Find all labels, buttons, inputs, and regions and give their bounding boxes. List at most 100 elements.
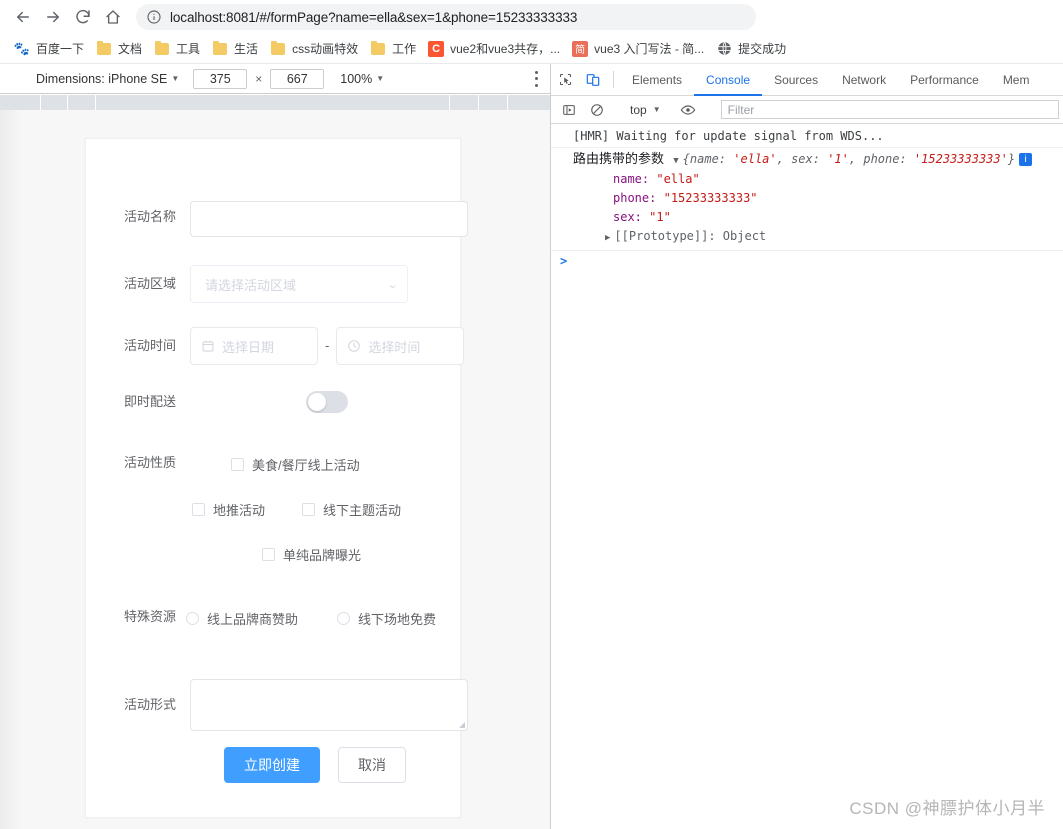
device-width-input[interactable]: 375 (193, 68, 248, 89)
bookmark-label: 工具 (176, 42, 201, 56)
checkbox-option[interactable]: 美食/餐厅线上活动 (231, 455, 360, 474)
reload-icon[interactable] (68, 2, 98, 32)
checkbox-option[interactable]: 单纯品牌曝光 (262, 545, 361, 564)
bookmark-folder[interactable]: 文档 (90, 37, 148, 61)
form-actions: 立即创建 取消 (224, 747, 406, 783)
bookmark-label: 工作 (392, 42, 417, 56)
expand-triangle-icon[interactable]: ▼ (673, 152, 678, 170)
bookmark-item[interactable]: C vue2和vue3共存，... (422, 37, 566, 61)
dimension-separator: × (255, 71, 263, 86)
info-circle-icon[interactable] (146, 9, 162, 25)
checkbox-option[interactable]: 地推活动 (192, 500, 265, 519)
form-row-activity-region: 活动区域 请选择活动区域 ⌄ (100, 265, 408, 303)
bookmark-folder[interactable]: 工作 (364, 37, 422, 61)
property-value: "15233333333" (663, 191, 758, 205)
zoom-level[interactable]: 100% (340, 72, 372, 86)
chevron-down-icon[interactable]: ▼ (171, 74, 179, 83)
bookmark-label: 生活 (234, 42, 259, 56)
radio-label: 线上品牌商赞助 (207, 612, 299, 627)
globe-icon (716, 41, 732, 57)
tab-memory[interactable]: Mem (991, 64, 1042, 95)
device-toolbar-icon[interactable] (579, 64, 607, 95)
dimensions-label[interactable]: Dimensions: iPhone SE (36, 72, 167, 86)
form-row-instant-delivery: 即时配送 (100, 391, 348, 413)
baidu-paw-icon: 🐾 (13, 40, 31, 56)
select-activity-region[interactable]: 请选择活动区域 ⌄ (190, 265, 408, 303)
console-output: [HMR] Waiting for update signal from WDS… (551, 125, 1063, 829)
kebab-menu-icon[interactable] (534, 70, 538, 87)
console-prompt[interactable] (551, 251, 1063, 268)
checkbox-icon[interactable] (231, 458, 244, 471)
checkbox-icon[interactable] (262, 548, 275, 561)
time-picker-placeholder: 选择时间 (368, 339, 421, 355)
toolbar-divider (613, 71, 614, 88)
console-message-params: 路由携带的参数 ▼ {name: 'ella', sex: '1', phone:… (551, 148, 1063, 170)
switch-knob (308, 393, 326, 411)
csdn-icon: C (428, 40, 445, 57)
textarea-activity-format[interactable] (190, 679, 468, 731)
checkbox-label: 地推活动 (213, 503, 266, 518)
back-icon[interactable] (8, 2, 38, 32)
prototype-label: [[Prototype]]: Object (614, 229, 767, 243)
bookmark-item[interactable]: 简 vue3 入门写法 - 简... (566, 37, 710, 61)
inspect-cursor-icon[interactable] (551, 64, 579, 95)
live-expression-icon[interactable] (674, 102, 702, 118)
address-bar-url: localhost:8081/#/formPage?name=ella&sex=… (170, 9, 578, 25)
switch-instant-delivery[interactable] (306, 391, 348, 413)
cancel-button[interactable]: 取消 (338, 747, 406, 783)
device-height-input[interactable]: 667 (270, 68, 325, 89)
input-activity-name[interactable] (190, 201, 468, 237)
info-badge-icon[interactable]: i (1019, 153, 1033, 166)
label-instant-delivery: 即时配送 (123, 394, 176, 409)
radio-option[interactable]: 线下场地免费 (337, 609, 436, 628)
bookmark-folder[interactable]: 工具 (148, 37, 206, 61)
label-activity-format: 活动形式 (123, 697, 176, 712)
bookmark-label: 提交成功 (738, 42, 787, 56)
bookmark-item[interactable]: 提交成功 (710, 37, 792, 61)
radio-option[interactable]: 线上品牌商赞助 (186, 609, 298, 628)
bookmark-folder[interactable]: 生活 (206, 37, 264, 61)
bookmark-item[interactable]: 🐾 百度一下 (8, 37, 90, 61)
checkbox-option[interactable]: 线下主题活动 (302, 500, 401, 519)
console-object-preview: {name: 'ella', sex: '1', phone: '1523333… (682, 152, 1016, 166)
checkbox-icon[interactable] (302, 503, 315, 516)
expand-triangle-icon[interactable]: ▶ (605, 229, 610, 248)
checkbox-label: 单纯品牌曝光 (283, 548, 362, 563)
tab-console[interactable]: Console (694, 64, 763, 96)
chevron-down-icon[interactable]: ▼ (376, 74, 384, 83)
home-icon[interactable] (98, 2, 128, 32)
range-separator: - (325, 338, 330, 353)
address-bar[interactable]: localhost:8081/#/formPage?name=ella&sex=… (136, 4, 756, 30)
checkbox-label: 线下主题活动 (323, 503, 402, 518)
jianshu-icon: 简 (572, 40, 589, 57)
date-picker[interactable]: 选择日期 (190, 327, 318, 365)
clear-console-icon[interactable] (583, 103, 611, 117)
tab-network[interactable]: Network (830, 64, 898, 95)
console-object-property: phone: "15233333333" (551, 189, 1063, 208)
folder-icon (96, 40, 112, 57)
console-sidebar-icon[interactable] (555, 103, 583, 117)
property-value: "ella" (656, 172, 700, 186)
tab-sources[interactable]: Sources (762, 64, 830, 95)
property-key: sex: (613, 210, 642, 224)
tab-elements[interactable]: Elements (620, 64, 694, 95)
console-message-text: [HMR] Waiting for update signal from WDS… (573, 129, 884, 143)
bookmarks-bar: 🐾 百度一下 文档 工具 生活 css动画特效 工作 C vue2和vue3共存… (0, 34, 1063, 64)
bookmark-folder[interactable]: css动画特效 (264, 37, 364, 61)
radio-icon[interactable] (337, 612, 350, 625)
bookmark-label: 百度一下 (36, 42, 85, 56)
console-object-prototype-row[interactable]: ▶ [[Prototype]]: Object (551, 227, 1063, 251)
checkbox-icon[interactable] (192, 503, 205, 516)
chevron-down-icon[interactable]: ▼ (653, 105, 661, 114)
activity-form-card: 活动名称 活动区域 请选择活动区域 ⌄ 活动时间 选择日期 - 选择时间 即时配… (85, 138, 468, 818)
console-context-selector[interactable]: top (630, 103, 647, 117)
forward-icon[interactable] (38, 2, 68, 32)
time-picker[interactable]: 选择时间 (336, 327, 465, 365)
submit-button[interactable]: 立即创建 (224, 747, 320, 783)
select-activity-region-placeholder: 请选择活动区域 (205, 277, 297, 293)
tab-performance[interactable]: Performance (898, 64, 991, 95)
radio-icon[interactable] (186, 612, 199, 625)
console-filter-input[interactable]: Filter (720, 100, 1059, 119)
chevron-down-icon[interactable]: ⌄ (387, 278, 399, 291)
property-value: "1" (649, 210, 671, 224)
